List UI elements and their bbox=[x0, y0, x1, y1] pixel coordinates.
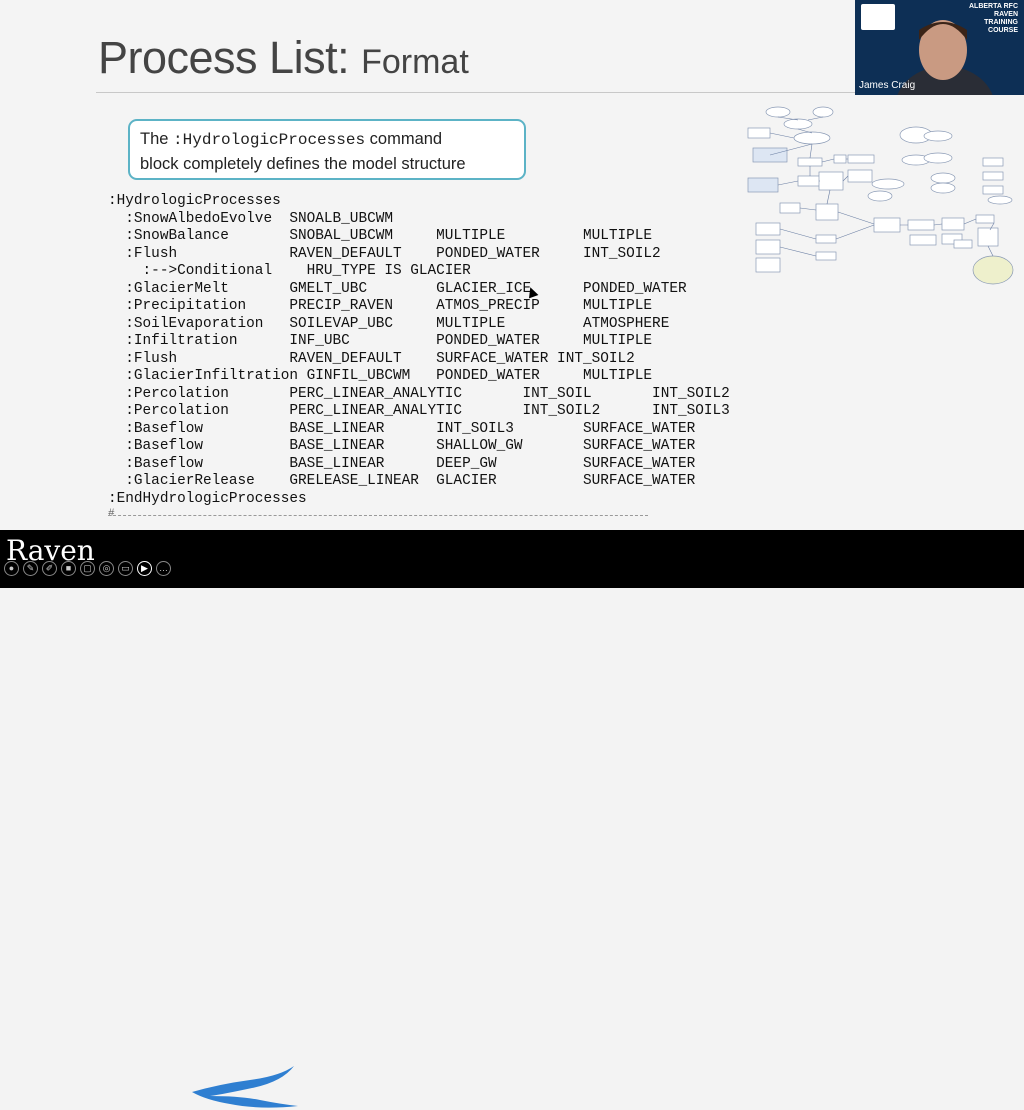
speaker-name: James Craig bbox=[859, 80, 916, 91]
monitor-icon[interactable]: ▭ bbox=[118, 561, 133, 576]
code-line: :SoilEvaporation SOILEVAP_UBC MULTIPLE A… bbox=[108, 315, 670, 332]
code-line: :SnowBalance SNOBAL_UBCWM MULTIPLE MULTI… bbox=[108, 228, 653, 244]
record-icon[interactable]: ◎ bbox=[99, 561, 114, 576]
crop-icon[interactable]: ▢ bbox=[80, 561, 95, 576]
code-line: :Percolation PERC_LINEAR_ANALYTIC INT_SO… bbox=[108, 385, 730, 402]
course-title: ALBERTA RFC RAVEN TRAINING COURSE bbox=[969, 3, 1018, 34]
code-line: :Baseflow BASE_LINEAR SHALLOW_GW SURFACE… bbox=[108, 438, 696, 454]
code-line: :HydrologicProcesses bbox=[108, 193, 281, 209]
code-line: :-->Conditional HRU_TYPE IS GLACIER bbox=[108, 263, 471, 279]
camera-active-icon[interactable]: ▶ bbox=[137, 561, 152, 576]
title-divider bbox=[96, 92, 856, 93]
code-line: :Baseflow BASE_LINEAR DEEP_GW SURFACE_WA… bbox=[108, 455, 696, 472]
speaker-video: ALBERTA RFC RAVEN TRAINING COURSE James … bbox=[855, 0, 1024, 95]
camera-icon[interactable]: ■ bbox=[61, 561, 76, 576]
code-line: :GlacierInfiltration GINFIL_UBCWM PONDED… bbox=[108, 368, 653, 384]
comment-divider bbox=[108, 515, 648, 516]
code-line: :Percolation PERC_LINEAR_ANALYTIC INT_SO… bbox=[108, 403, 730, 419]
code-line: :Precipitation PRECIP_RAVEN ATMOS_PRECIP… bbox=[108, 298, 653, 314]
code-line: :Infiltration INF_UBC PONDED_WATER MULTI… bbox=[108, 333, 653, 349]
code-block: :HydrologicProcesses :SnowAlbedoEvolve S… bbox=[108, 193, 730, 508]
river-logo-icon bbox=[192, 1066, 298, 1108]
slide-title: Process List: Format bbox=[98, 32, 469, 83]
pen-icon[interactable]: ✐ bbox=[42, 561, 57, 576]
code-line: :Flush RAVEN_DEFAULT SURFACE_WATER INT_S… bbox=[108, 350, 635, 367]
code-line: :Baseflow BASE_LINEAR INT_SOIL3 SURFACE_… bbox=[108, 420, 696, 437]
mic-icon[interactable]: ● bbox=[4, 561, 19, 576]
code-line: :GlacierRelease GRELEASE_LINEAR GLACIER … bbox=[108, 473, 696, 489]
presentation-toolbar: ● ✎ ✐ ■ ▢ ◎ ▭ ▶ … bbox=[4, 561, 171, 576]
comment-mark: # bbox=[108, 508, 115, 520]
more-icon[interactable]: … bbox=[156, 561, 171, 576]
code-line: :SnowAlbedoEvolve SNOALB_UBCWM bbox=[108, 210, 393, 227]
code-line: :Flush RAVEN_DEFAULT PONDED_WATER INT_SO… bbox=[108, 245, 661, 262]
callout-box: The :HydrologicProcesses command block c… bbox=[128, 119, 526, 180]
edit-icon[interactable]: ✎ bbox=[23, 561, 38, 576]
code-line: :GlacierMelt GMELT_UBC GLACIER_ICE PONDE… bbox=[108, 280, 687, 297]
course-logo bbox=[861, 4, 895, 30]
process-diagram bbox=[747, 106, 1014, 285]
code-line: :EndHydrologicProcesses bbox=[108, 490, 307, 507]
bottom-bar: Raven ● ✎ ✐ ■ ▢ ◎ ▭ ▶ … bbox=[0, 530, 1024, 1108]
